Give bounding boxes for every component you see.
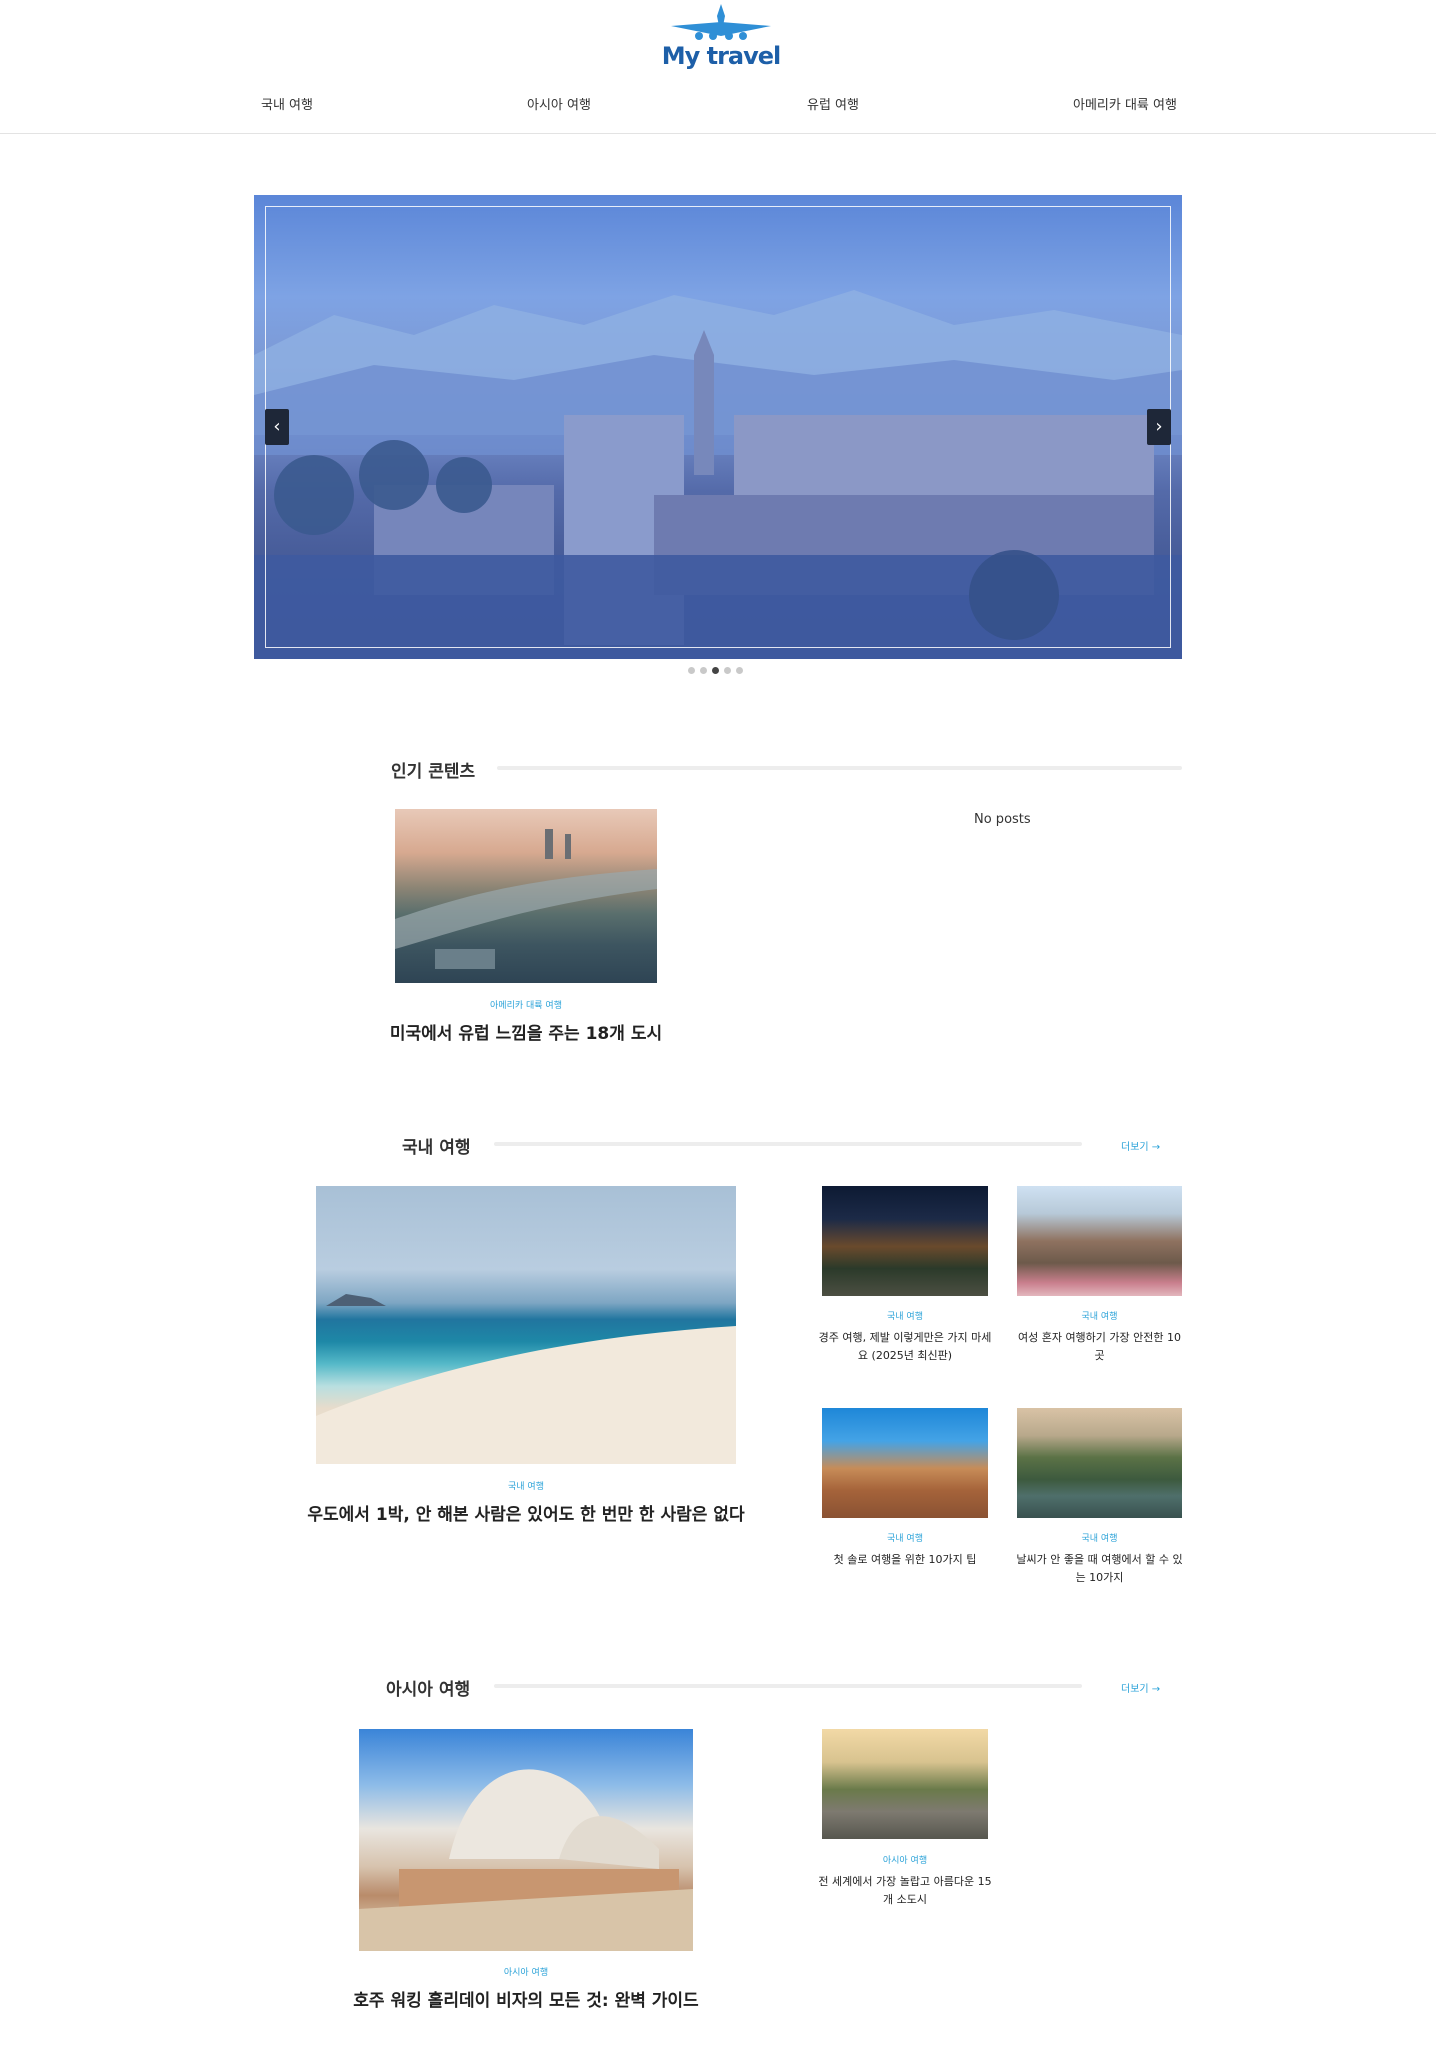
section-title-asia: 아시아 여행 <box>386 1680 471 1700</box>
slider-dots <box>688 667 743 674</box>
site-logo[interactable]: My travel <box>655 2 781 72</box>
slider-dot[interactable] <box>736 667 743 674</box>
more-link-asia[interactable]: 더보기 → <box>1121 1680 1160 1695</box>
post-title[interactable]: 여성 혼자 여행하기 가장 안전한 10곳 <box>1013 1329 1186 1365</box>
post-thumbnail-gyeongju[interactable] <box>822 1186 988 1296</box>
section-title-popular: 인기 콘텐츠 <box>391 762 476 782</box>
post-category[interactable]: 국내 여행 <box>822 1309 988 1322</box>
post-category[interactable]: 국내 여행 <box>1017 1531 1182 1544</box>
slider-dot-active[interactable] <box>712 667 719 674</box>
hero-frame <box>265 206 1171 648</box>
section-divider <box>494 1684 1082 1688</box>
airplane-icon <box>671 4 771 40</box>
post-title[interactable]: 경주 여행, 제발 이렇게만은 가지 마세요 (2025년 최신판) <box>818 1329 992 1365</box>
post-thumbnail-opera-house[interactable] <box>359 1729 693 1951</box>
post-title[interactable]: 전 세계에서 가장 놀랍고 아름다운 15개 소도시 <box>818 1873 992 1909</box>
post-thumbnail-town[interactable] <box>822 1729 988 1839</box>
nav-item-domestic[interactable]: 국내 여행 <box>261 94 313 113</box>
post-category[interactable]: 아시아 여행 <box>359 1965 693 1978</box>
slider-dot[interactable] <box>700 667 707 674</box>
site-header: My travel 국내 여행 아시아 여행 유럽 여행 아메리카 대륙 여행 <box>0 0 1436 134</box>
post-category[interactable]: 국내 여행 <box>822 1531 988 1544</box>
post-title[interactable]: 우도에서 1박, 안 해본 사람은 있어도 한 번만 한 사람은 없다 <box>276 1500 776 1525</box>
logo-text: My travel <box>661 42 782 70</box>
nav-item-asia[interactable]: 아시아 여행 <box>527 94 591 113</box>
post-thumbnail-colosseum[interactable] <box>822 1408 988 1518</box>
post-title[interactable]: 첫 솔로 여행을 위한 10가지 팁 <box>818 1551 992 1569</box>
slider-dot[interactable] <box>724 667 731 674</box>
section-divider <box>497 766 1182 770</box>
chevron-left-icon[interactable]: ‹ <box>265 409 289 445</box>
nav-item-america[interactable]: 아메리카 대륙 여행 <box>1073 94 1177 113</box>
post-category[interactable]: 국내 여행 <box>316 1479 736 1492</box>
post-title[interactable]: 미국에서 유럽 느낌을 주는 18개 도시 <box>375 1019 677 1044</box>
slider-dot[interactable] <box>688 667 695 674</box>
empty-state-text: No posts <box>974 812 1031 827</box>
section-divider <box>494 1142 1082 1146</box>
post-category[interactable]: 아메리카 대륙 여행 <box>395 998 657 1011</box>
post-thumbnail-london[interactable] <box>395 809 657 983</box>
post-title[interactable]: 호주 워킹 홀리데이 비자의 모든 것: 완벽 가이드 <box>326 1986 726 2011</box>
post-title[interactable]: 날씨가 안 좋을 때 여행에서 할 수 있는 10가지 <box>1013 1551 1186 1587</box>
post-thumbnail-river[interactable] <box>1017 1408 1182 1518</box>
more-link-domestic[interactable]: 더보기 → <box>1121 1138 1160 1153</box>
chevron-right-icon[interactable]: › <box>1147 409 1171 445</box>
post-category[interactable]: 아시아 여행 <box>822 1853 988 1866</box>
post-category[interactable]: 국내 여행 <box>1017 1309 1182 1322</box>
nav-item-europe[interactable]: 유럽 여행 <box>807 94 859 113</box>
hero-slider[interactable]: ‹ › <box>254 195 1182 659</box>
post-thumbnail-village[interactable] <box>1017 1186 1182 1296</box>
section-title-domestic: 국내 여행 <box>402 1138 471 1158</box>
post-thumbnail-beach[interactable] <box>316 1186 736 1464</box>
